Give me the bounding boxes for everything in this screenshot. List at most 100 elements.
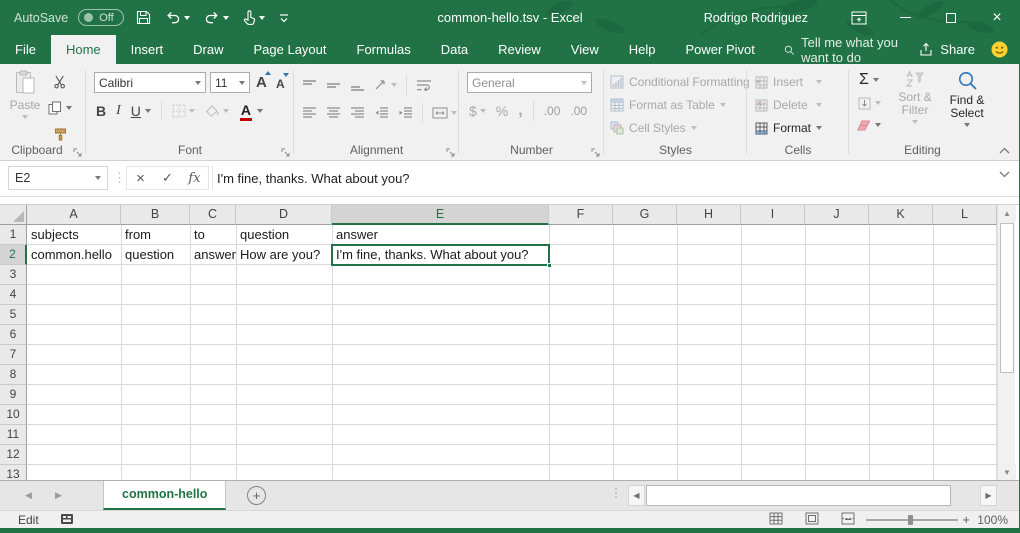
column-header-j[interactable]: J <box>805 205 869 225</box>
cut-button[interactable] <box>48 71 72 93</box>
column-header-g[interactable]: G <box>613 205 677 225</box>
zoom-out-button[interactable]: − <box>844 511 852 529</box>
maximize-button[interactable] <box>928 0 974 35</box>
share-button[interactable]: Share <box>918 35 975 64</box>
name-box[interactable]: E2 <box>8 166 108 190</box>
column-header-l[interactable]: L <box>933 205 997 225</box>
tab-page-layout[interactable]: Page Layout <box>239 35 342 64</box>
column-header-f[interactable]: F <box>549 205 613 225</box>
align-bottom-button[interactable] <box>350 74 365 96</box>
tab-data[interactable]: Data <box>426 35 483 64</box>
decrease-indent-button[interactable] <box>374 102 389 124</box>
enter-button[interactable]: ✓ <box>154 170 181 186</box>
insert-cells-button[interactable]: Insert <box>755 72 822 92</box>
percent-style-button[interactable]: % <box>496 100 508 122</box>
autosum-button[interactable]: Σ <box>857 70 881 90</box>
fill-button[interactable] <box>857 94 881 112</box>
row-header-1[interactable]: 1 <box>0 225 27 245</box>
tab-draw[interactable]: Draw <box>178 35 238 64</box>
horizontal-scrollbar[interactable]: ◀ ▶ <box>628 485 997 506</box>
grow-font-button[interactable]: A <box>256 71 267 93</box>
zoom-level[interactable]: 100% <box>977 512 1008 528</box>
row-header-11[interactable]: 11 <box>0 425 27 445</box>
copy-button[interactable] <box>48 97 72 119</box>
new-sheet-button[interactable]: + <box>247 486 266 505</box>
align-left-button[interactable] <box>302 102 317 124</box>
format-painter-button[interactable] <box>48 123 72 145</box>
tab-review[interactable]: Review <box>483 35 556 64</box>
scroll-right-button[interactable]: ▶ <box>980 485 997 506</box>
normal-view-button[interactable] <box>769 512 783 525</box>
cell-d1[interactable]: question <box>236 225 332 245</box>
cell-a1[interactable]: subjects <box>27 225 121 245</box>
column-header-c[interactable]: C <box>190 205 236 225</box>
tab-file[interactable]: File <box>0 35 51 64</box>
macro-record-button[interactable] <box>60 513 74 525</box>
find-select-button[interactable]: Find & Select <box>943 70 991 127</box>
cell-a2[interactable]: common.hello <box>27 245 121 265</box>
zoom-slider-handle[interactable] <box>908 515 913 525</box>
formula-bar-drag-dots[interactable]: ⋮ <box>113 168 126 188</box>
minimize-button[interactable] <box>882 0 928 35</box>
align-right-button[interactable] <box>350 102 365 124</box>
underline-button[interactable]: U <box>131 100 141 122</box>
horizontal-scrollbar-thumb[interactable] <box>646 485 951 506</box>
column-header-k[interactable]: K <box>869 205 933 225</box>
column-header-b[interactable]: B <box>121 205 190 225</box>
vertical-scrollbar[interactable]: ▲ ▼ <box>997 205 1015 480</box>
row-header-7[interactable]: 7 <box>0 345 27 365</box>
tab-formulas[interactable]: Formulas <box>342 35 426 64</box>
format-as-table-button[interactable]: Format as Table <box>610 95 761 115</box>
row-header-4[interactable]: 4 <box>0 285 27 305</box>
feedback-button[interactable] <box>991 35 1008 64</box>
conditional-formatting-button[interactable]: Conditional Formatting <box>610 72 761 92</box>
cell-b2[interactable]: question <box>121 245 190 265</box>
delete-cells-button[interactable]: Delete <box>755 95 822 115</box>
page-layout-view-button[interactable] <box>805 512 819 525</box>
bold-button[interactable]: B <box>96 100 106 122</box>
row-header-3[interactable]: 3 <box>0 265 27 285</box>
vertical-scrollbar-thumb[interactable] <box>1000 223 1014 373</box>
insert-function-button[interactable]: fx <box>181 171 208 186</box>
decrease-decimal-button[interactable]: .00 <box>570 100 587 122</box>
merge-center-button[interactable] <box>432 102 457 124</box>
font-dialog-launcher[interactable] <box>281 148 290 157</box>
row-header-6[interactable]: 6 <box>0 325 27 345</box>
expand-formula-bar-button[interactable] <box>999 171 1010 178</box>
zoom-slider[interactable] <box>866 519 958 521</box>
font-color-button[interactable]: A <box>239 100 253 122</box>
tab-help[interactable]: Help <box>614 35 671 64</box>
ribbon-display-options-button[interactable] <box>836 0 882 35</box>
cancel-button[interactable]: × <box>127 170 154 187</box>
cell-c2[interactable]: answer <box>190 245 236 265</box>
tab-home[interactable]: Home <box>51 35 116 64</box>
cell-c1[interactable]: to <box>190 225 236 245</box>
italic-button[interactable]: I <box>116 100 121 122</box>
fill-handle[interactable] <box>547 263 552 268</box>
formula-input[interactable]: I'm fine, thanks. What about you? <box>212 166 986 190</box>
tell-me-box[interactable]: Tell me what you want to do <box>784 35 918 64</box>
tab-scroll-splitter[interactable]: ⋮ <box>610 486 622 500</box>
cell-styles-button[interactable]: Cell Styles <box>610 118 761 138</box>
tab-view[interactable]: View <box>556 35 614 64</box>
number-dialog-launcher[interactable] <box>591 148 600 157</box>
cell-e1[interactable]: answer <box>332 225 549 245</box>
shrink-font-button[interactable]: A <box>276 73 285 95</box>
clipboard-dialog-launcher[interactable] <box>73 148 82 157</box>
column-header-h[interactable]: H <box>677 205 741 225</box>
column-header-i[interactable]: I <box>741 205 805 225</box>
column-header-d[interactable]: D <box>236 205 332 225</box>
zoom-in-button[interactable]: + <box>962 511 970 529</box>
orientation-button[interactable] <box>374 74 397 96</box>
comma-style-button[interactable]: , <box>518 100 522 122</box>
column-header-a[interactable]: A <box>27 205 121 225</box>
tab-insert[interactable]: Insert <box>116 35 179 64</box>
number-format-select[interactable]: General <box>467 72 592 93</box>
scroll-left-button[interactable]: ◀ <box>628 485 645 506</box>
active-cell-e2[interactable]: I'm fine, thanks. What about you? <box>331 244 550 266</box>
wrap-text-button[interactable] <box>416 74 432 96</box>
align-top-button[interactable] <box>302 74 317 96</box>
sheet-tab-common-hello[interactable]: common-hello <box>103 481 226 510</box>
close-button[interactable]: × <box>974 0 1020 35</box>
row-header-5[interactable]: 5 <box>0 305 27 325</box>
